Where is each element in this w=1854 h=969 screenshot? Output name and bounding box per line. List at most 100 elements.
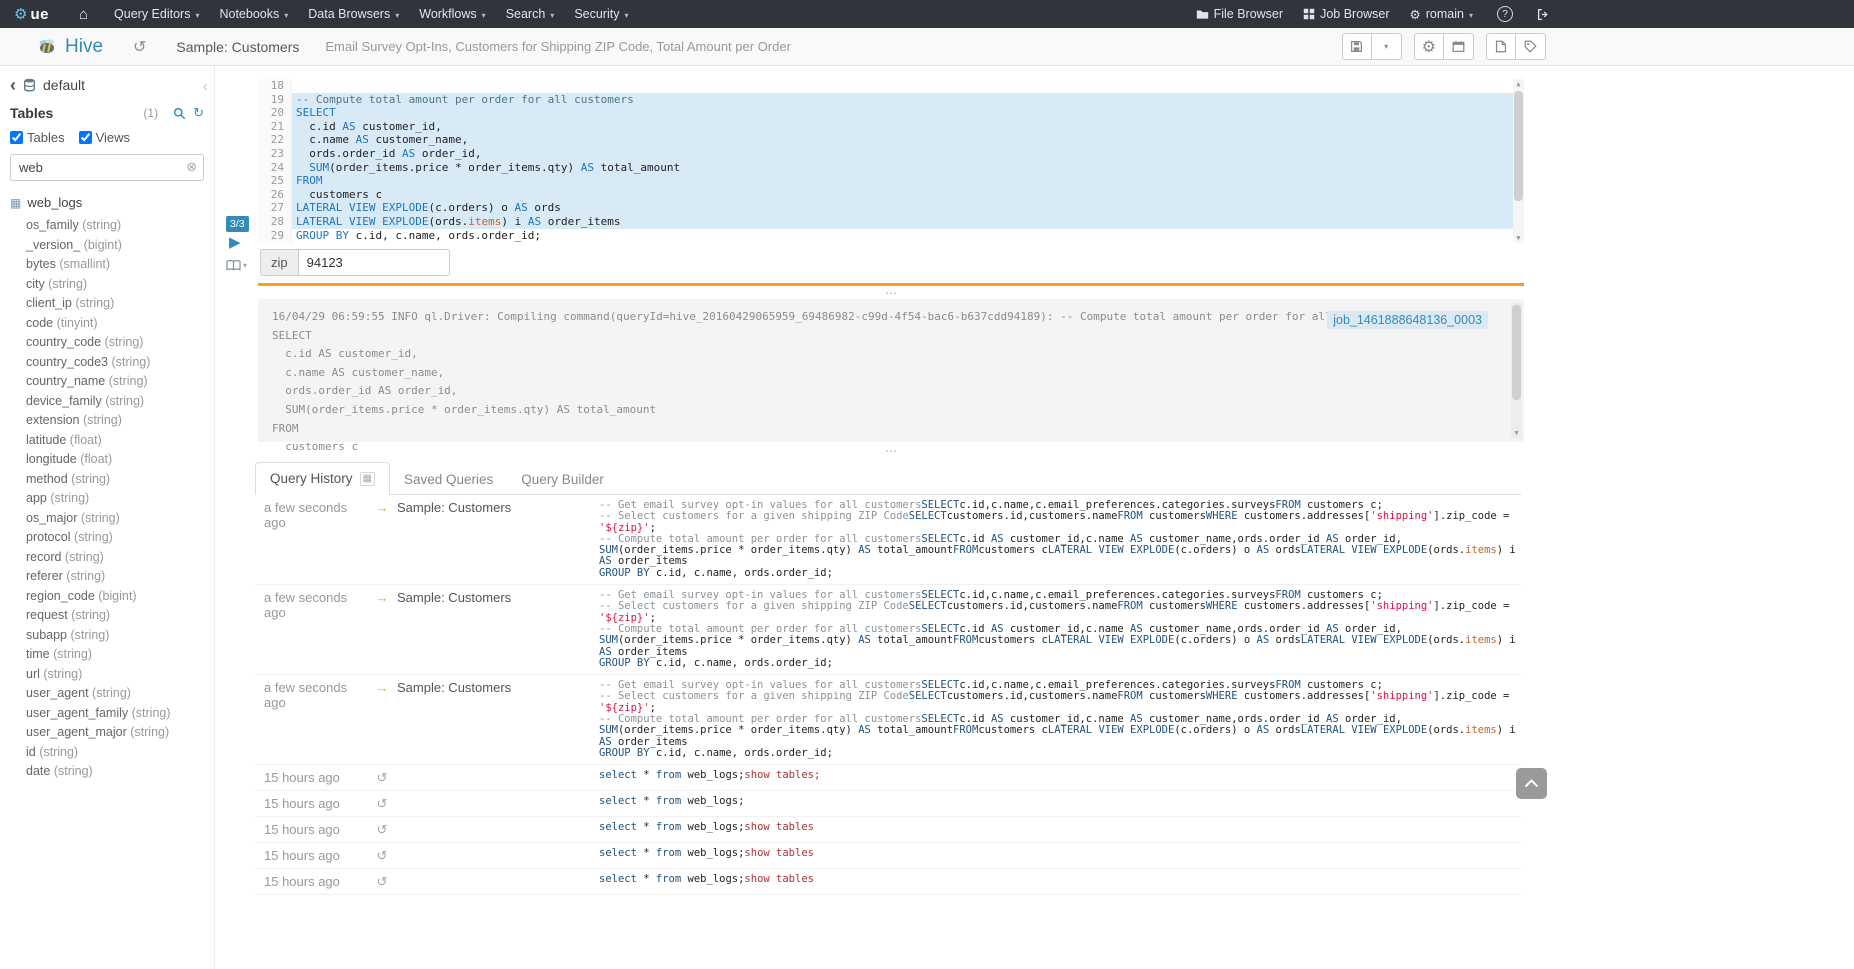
- menu-label: Workflows: [419, 7, 476, 21]
- collapse-sidebar-icon[interactable]: ‹: [203, 78, 208, 96]
- column-item-time[interactable]: time (string): [26, 645, 214, 665]
- resize-handle-icon[interactable]: [258, 289, 1524, 297]
- scroll-up-icon[interactable]: ▲: [1513, 80, 1524, 88]
- search-icon[interactable]: [173, 107, 186, 120]
- column-item-latitude[interactable]: latitude (float): [26, 431, 214, 451]
- execution-counter-badge[interactable]: 3/3: [226, 216, 249, 232]
- home-icon[interactable]: ⌂: [63, 6, 104, 23]
- column-item--version-[interactable]: _version_ (bigint): [26, 236, 214, 256]
- editor-scrollbar[interactable]: ▲ ▼: [1513, 79, 1524, 243]
- column-item-country-name[interactable]: country_name (string): [26, 372, 214, 392]
- editor-scroll-thumb[interactable]: [1514, 91, 1523, 201]
- refresh-icon[interactable]: ↻: [193, 105, 204, 121]
- app-name[interactable]: Hive: [65, 36, 103, 58]
- column-item-record[interactable]: record (string): [26, 548, 214, 568]
- column-item-app[interactable]: app (string): [26, 489, 214, 509]
- variable-zip-input[interactable]: [298, 249, 450, 276]
- column-item-date[interactable]: date (string): [26, 762, 214, 782]
- column-item-city[interactable]: city (string): [26, 275, 214, 295]
- history-row[interactable]: 15 hours ago↺select * from web_logs;show…: [255, 765, 1521, 791]
- menu-query-editors[interactable]: Query Editors▾: [104, 0, 209, 28]
- table-search-input[interactable]: [10, 154, 204, 181]
- back-chevron-icon[interactable]: ‹: [10, 79, 16, 91]
- hue-logo[interactable]: ⚙ ue: [0, 5, 63, 23]
- column-item-os-major[interactable]: os_major (string): [26, 509, 214, 529]
- file-browser-button[interactable]: File Browser: [1186, 0, 1293, 28]
- tags-button[interactable]: [1516, 33, 1546, 60]
- history-row[interactable]: 15 hours ago↺select * from web_logs;show…: [255, 843, 1521, 869]
- history-icon[interactable]: ↺: [133, 37, 146, 57]
- column-item-id[interactable]: id (string): [26, 743, 214, 763]
- views-checkbox[interactable]: [79, 131, 92, 144]
- code-line: SUM(order_items.price * order_items.qty)…: [292, 161, 1513, 175]
- save-options-button[interactable]: ▾: [1372, 33, 1402, 60]
- column-item-method[interactable]: method (string): [26, 470, 214, 490]
- menu-data-browsers[interactable]: Data Browsers▾: [298, 0, 409, 28]
- scroll-down-icon[interactable]: ▼: [1513, 234, 1524, 242]
- menu-notebooks[interactable]: Notebooks▾: [209, 0, 298, 28]
- code-line: LATERAL VIEW EXPLODE(ords.items) i AS or…: [292, 215, 1513, 229]
- table-search: ⊗: [10, 154, 204, 181]
- column-item-subapp[interactable]: subapp (string): [26, 626, 214, 646]
- history-row[interactable]: a few seconds ago→Sample: Customers-- Ge…: [255, 585, 1521, 675]
- menu-workflows[interactable]: Workflows▾: [409, 0, 495, 28]
- query-navigator-button[interactable]: ▾: [226, 259, 247, 272]
- column-item-bytes[interactable]: bytes (smallint): [26, 255, 214, 275]
- tab-saved-queries[interactable]: Saved Queries: [390, 464, 507, 495]
- column-item-longitude[interactable]: longitude (float): [26, 450, 214, 470]
- history-row[interactable]: a few seconds ago→Sample: Customers-- Ge…: [255, 675, 1521, 765]
- column-item-referer[interactable]: referer (string): [26, 567, 214, 587]
- column-item-user-agent-major[interactable]: user_agent_major (string): [26, 723, 214, 743]
- column-item-client-ip[interactable]: client_ip (string): [26, 294, 214, 314]
- column-item-protocol[interactable]: protocol (string): [26, 528, 214, 548]
- chevron-down-icon: ▾: [284, 9, 288, 20]
- chevron-down-icon: ▾: [1384, 42, 1388, 51]
- execute-query-button[interactable]: ▶: [229, 233, 241, 251]
- log-scroll-thumb[interactable]: [1512, 305, 1521, 400]
- job-link[interactable]: job_1461888648136_0003: [1327, 311, 1488, 329]
- top-navbar: ⚙ ue ⌂ Query Editors▾Notebooks▾Data Brow…: [0, 0, 1854, 28]
- column-item-url[interactable]: url (string): [26, 665, 214, 685]
- column-item-user-agent-family[interactable]: user_agent_family (string): [26, 704, 214, 724]
- column-item-code[interactable]: code (tinyint): [26, 314, 214, 334]
- clear-search-icon[interactable]: ⊗: [186, 159, 197, 175]
- column-item-user-agent[interactable]: user_agent (string): [26, 684, 214, 704]
- history-row[interactable]: 15 hours ago↺select * from web_logs;show…: [255, 869, 1521, 895]
- column-item-request[interactable]: request (string): [26, 606, 214, 626]
- scroll-to-top-button[interactable]: [1516, 768, 1547, 799]
- new-document-button[interactable]: [1486, 33, 1516, 60]
- menu-search[interactable]: Search▾: [496, 0, 565, 28]
- history-row[interactable]: a few seconds ago→Sample: Customers-- Ge…: [255, 495, 1521, 585]
- column-item-os-family[interactable]: os_family (string): [26, 216, 214, 236]
- tables-checkbox-label[interactable]: Tables: [27, 130, 65, 145]
- history-row[interactable]: 15 hours ago↺select * from web_logs;show…: [255, 817, 1521, 843]
- tab-query-builder[interactable]: Query Builder: [507, 464, 618, 495]
- scroll-down-icon[interactable]: ▼: [1511, 429, 1522, 437]
- history-timestamp: 15 hours ago: [255, 848, 367, 863]
- help-icon: ?: [1497, 6, 1513, 22]
- column-item-region-code[interactable]: region_code (bigint): [26, 587, 214, 607]
- column-item-extension[interactable]: extension (string): [26, 411, 214, 431]
- tables-checkbox[interactable]: [10, 131, 23, 144]
- user-menu[interactable]: ⚙ romain ▾: [1400, 0, 1483, 28]
- logout-button[interactable]: [1527, 0, 1560, 28]
- table-item-web-logs[interactable]: ▦ web_logs: [0, 186, 214, 213]
- menu-security[interactable]: Security▾: [564, 0, 638, 28]
- tab-query-history[interactable]: Query History▦: [255, 462, 390, 495]
- database-name[interactable]: default: [43, 77, 85, 93]
- schedule-button[interactable]: [1444, 33, 1474, 60]
- column-item-country-code3[interactable]: country_code3 (string): [26, 353, 214, 373]
- query-status-icon: ↺: [367, 770, 397, 785]
- column-item-country-code[interactable]: country_code (string): [26, 333, 214, 353]
- column-item-device-family[interactable]: device_family (string): [26, 392, 214, 412]
- job-browser-button[interactable]: Job Browser: [1293, 0, 1399, 28]
- save-button[interactable]: [1342, 33, 1372, 60]
- settings-button[interactable]: ⚙: [1414, 33, 1444, 60]
- resize-handle-icon[interactable]: [258, 447, 1524, 455]
- help-button[interactable]: ?: [1483, 0, 1527, 28]
- sql-editor[interactable]: 181920212223242526272829 -- Compute tota…: [258, 79, 1524, 243]
- history-row[interactable]: 15 hours ago↺select * from web_logs;: [255, 791, 1521, 817]
- log-scrollbar[interactable]: ▼: [1511, 303, 1522, 438]
- views-checkbox-label[interactable]: Views: [96, 130, 130, 145]
- editor-code-area[interactable]: -- Compute total amount per order for al…: [292, 79, 1513, 243]
